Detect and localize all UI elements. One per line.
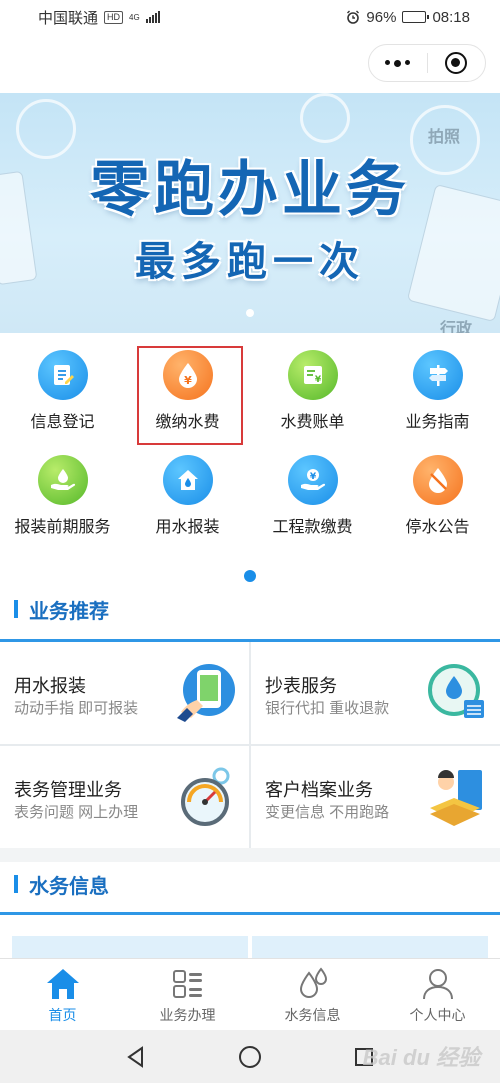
hd-badge: HD bbox=[104, 10, 124, 24]
highlight-box bbox=[137, 346, 243, 445]
service-label: 水费账单 bbox=[280, 414, 345, 431]
banner-indicator bbox=[246, 309, 254, 317]
battery-percent: 96% bbox=[366, 8, 397, 26]
service-label: 停水公告 bbox=[405, 519, 470, 536]
recommend-card-meter-reading[interactable]: 抄表服务 银行代扣 重收退款 bbox=[251, 642, 500, 744]
tab-label: 业务办理 bbox=[159, 1007, 216, 1023]
service-label: 工程款缴费 bbox=[272, 519, 353, 536]
section-gap bbox=[0, 848, 500, 862]
card-desc: 银行代扣 重收退款 bbox=[265, 700, 390, 717]
back-icon[interactable] bbox=[125, 1045, 147, 1068]
alarm-icon bbox=[347, 10, 360, 24]
banner-title: 零跑办业务 bbox=[90, 155, 410, 225]
service-water-install[interactable]: 用水报装 bbox=[125, 445, 250, 545]
clock-time: 08:18 bbox=[432, 8, 470, 26]
grid-list-icon bbox=[172, 970, 202, 998]
clock-drop-icon bbox=[428, 664, 484, 718]
bill-icon: ¥ bbox=[287, 350, 338, 400]
news-section-header: 水务信息 bbox=[0, 864, 500, 904]
more-button[interactable] bbox=[369, 45, 427, 81]
recommend-card-water-install[interactable]: 用水报装 动动手指 即可报装 bbox=[0, 642, 249, 744]
card-desc: 动动手指 即可报装 bbox=[14, 700, 139, 717]
status-bar: 中国联通 HD 4G 96% 08:18 bbox=[0, 0, 500, 34]
close-miniprogram-button[interactable] bbox=[428, 45, 486, 81]
water-drops-icon bbox=[299, 967, 327, 998]
baidu-jingyan-watermark: Bai du 经验 bbox=[362, 1045, 480, 1070]
service-label: 业务指南 bbox=[405, 414, 470, 431]
service-project-payment[interactable]: ¥ 工程款缴费 bbox=[250, 445, 375, 545]
card-title: 用水报装 bbox=[14, 676, 86, 696]
status-left: 中国联通 HD 4G bbox=[38, 7, 160, 28]
tab-label: 个人中心 bbox=[409, 1007, 466, 1023]
tab-profile[interactable]: 个人中心 bbox=[375, 959, 500, 1030]
battery-icon bbox=[402, 11, 430, 23]
grid-page-indicator bbox=[244, 570, 256, 582]
banner-subtitle: 最多跑一次 bbox=[135, 239, 365, 285]
user-icon bbox=[422, 969, 453, 1000]
tab-water-info[interactable]: 水务信息 bbox=[250, 959, 375, 1030]
service-guide[interactable]: 业务指南 bbox=[375, 340, 500, 440]
hand-drop-icon bbox=[37, 455, 88, 505]
signal-icon bbox=[145, 11, 160, 23]
tab-business[interactable]: 业务办理 bbox=[125, 959, 250, 1030]
service-info-register[interactable]: 信息登记 bbox=[0, 340, 125, 440]
person-files-icon bbox=[430, 770, 482, 826]
status-right: 96% 08:18 bbox=[346, 9, 470, 26]
svg-text:¥: ¥ bbox=[309, 472, 316, 482]
recommend-section-header: 业务推荐 bbox=[0, 589, 500, 629]
card-title: 抄表服务 bbox=[265, 676, 337, 696]
bottom-tab-bar: 首页 业务办理 水务信息 个人中心 bbox=[0, 958, 500, 1030]
card-title: 表务管理业务 bbox=[14, 780, 122, 800]
service-label: 信息登记 bbox=[30, 414, 95, 431]
svg-text:¥: ¥ bbox=[314, 375, 321, 385]
promo-banner[interactable]: 拍照 行政 零跑办业务 最多跑一次 bbox=[0, 93, 500, 333]
section-accent-bar bbox=[14, 875, 18, 893]
service-pre-install[interactable]: 报装前期服务 bbox=[0, 445, 125, 545]
card-desc: 变更信息 不用跑路 bbox=[265, 804, 390, 821]
service-label: 用水报装 bbox=[155, 519, 220, 536]
carrier-name: 中国联通 bbox=[38, 9, 99, 27]
more-dots-icon bbox=[385, 59, 411, 67]
recommend-grid: 用水报装 动动手指 即可报装 抄表服务 银行代扣 重收退款 表务管理业务 表务问… bbox=[0, 642, 500, 848]
recommend-card-customer-file[interactable]: 客户档案业务 变更信息 不用跑路 bbox=[251, 746, 500, 848]
card-desc: 表务问题 网上办理 bbox=[14, 804, 139, 821]
miniprogram-capsule bbox=[368, 44, 486, 82]
tab-label: 水务信息 bbox=[284, 1007, 341, 1023]
section-accent-bar bbox=[14, 600, 18, 618]
phone-tap-icon bbox=[177, 664, 235, 722]
service-water-bill[interactable]: ¥ 水费账单 bbox=[250, 340, 375, 440]
app-screen: 中国联通 HD 4G 96% 08:18 拍照 行政 零跑办业务 最多跑一次 信… bbox=[0, 0, 500, 1083]
service-water-outage-notice[interactable]: 停水公告 bbox=[375, 445, 500, 545]
signpost-icon bbox=[412, 350, 463, 400]
house-drop-icon bbox=[162, 455, 213, 505]
home-icon bbox=[46, 969, 79, 999]
tab-label: 首页 bbox=[48, 1007, 77, 1023]
no-water-icon bbox=[412, 455, 463, 505]
service-label: 报装前期服务 bbox=[14, 519, 111, 536]
banner-bg-tag: 行政 bbox=[440, 321, 473, 333]
section-divider bbox=[0, 912, 500, 915]
edit-doc-icon bbox=[37, 350, 88, 400]
hand-yuan-icon: ¥ bbox=[287, 455, 338, 505]
home-circle-icon[interactable] bbox=[238, 1045, 262, 1069]
title-bar bbox=[0, 34, 500, 92]
section-title: 水务信息 bbox=[29, 875, 109, 898]
tab-home[interactable]: 首页 bbox=[0, 959, 125, 1030]
network-type: 4G bbox=[129, 12, 140, 22]
card-title: 客户档案业务 bbox=[265, 780, 373, 800]
section-title: 业务推荐 bbox=[29, 600, 109, 623]
recommend-card-meter-management[interactable]: 表务管理业务 表务问题 网上办理 bbox=[0, 746, 249, 848]
banner-deco-circle bbox=[300, 93, 350, 143]
close-target-icon bbox=[445, 52, 468, 74]
gauge-icon bbox=[181, 767, 230, 826]
